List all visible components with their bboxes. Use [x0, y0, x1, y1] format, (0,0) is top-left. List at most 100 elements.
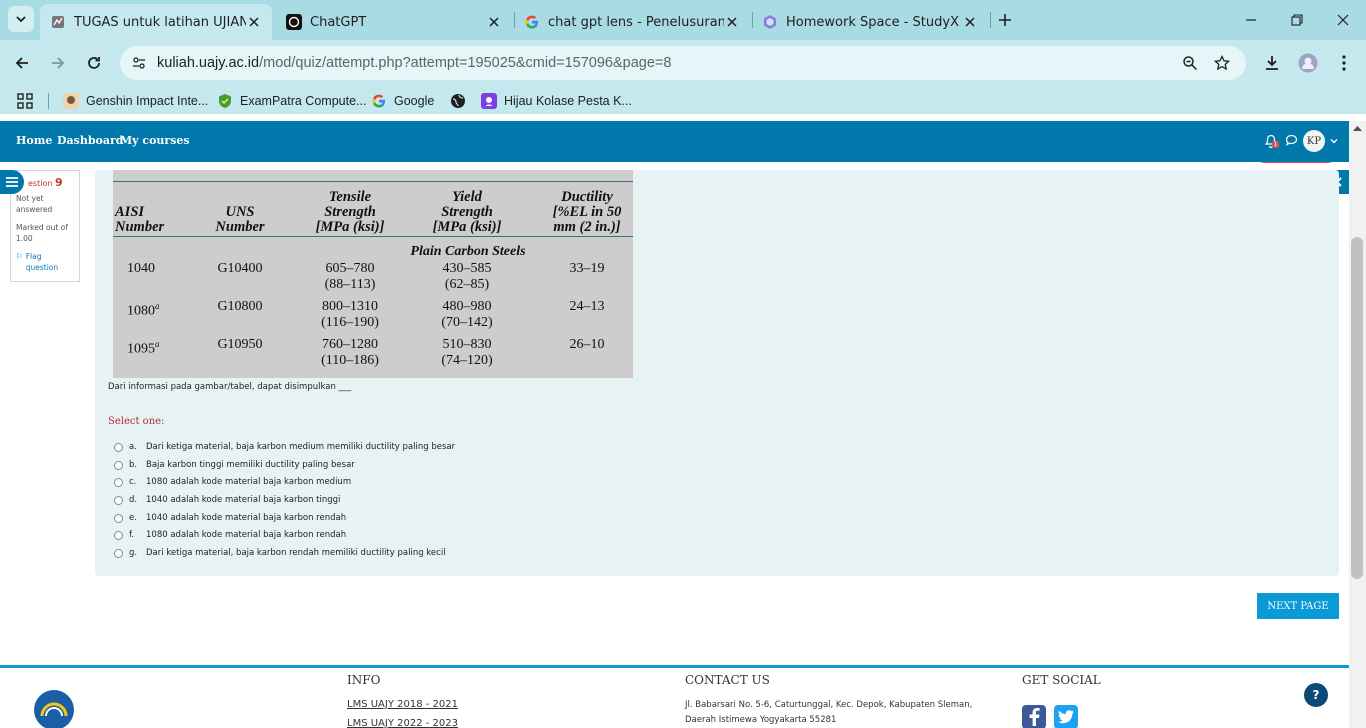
close-window-button[interactable] [1333, 10, 1353, 30]
new-tab-button[interactable] [995, 10, 1015, 30]
profile-button[interactable] [1297, 52, 1319, 74]
nav-dashboard[interactable]: Dashboard [57, 134, 124, 147]
nav-my-courses[interactable]: My courses [120, 134, 190, 147]
close-icon[interactable] [962, 14, 978, 30]
answer-option-d[interactable]: d. 1040 adalah kode material baja karbon … [114, 493, 340, 507]
answer-option-f[interactable]: f. 1080 adalah kode material baja karbon … [114, 528, 346, 542]
radio-button[interactable] [114, 442, 123, 452]
restore-icon [1291, 14, 1303, 26]
chevron-down-icon[interactable] [1330, 137, 1338, 145]
tab-google[interactable]: chat gpt lens - Penelusuran Google [514, 4, 750, 40]
radio-button[interactable] [114, 460, 123, 470]
row1-ductility: 33–19 [569, 261, 605, 276]
facebook-icon[interactable] [1022, 705, 1046, 728]
question-mark: Marked out of 1.00 [16, 223, 68, 243]
answer-option-b[interactable]: b. Baja karbon tinggi memiliki ductility … [114, 458, 355, 472]
forward-button[interactable] [47, 52, 69, 74]
footer-contact-heading: CONTACT US [685, 673, 770, 687]
radio-button[interactable] [114, 548, 123, 558]
close-icon[interactable] [724, 14, 740, 30]
footer-link-lms-2022[interactable]: LMS UAJY 2022 - 2023 [347, 718, 458, 728]
radio-button[interactable] [114, 495, 123, 505]
canva-icon [481, 93, 497, 109]
row2-yield: 480–980 [442, 299, 492, 314]
row3-yield: 510–830 [442, 337, 492, 352]
row2-aisi-footnote: a [155, 301, 160, 311]
open-course-index-button[interactable] [0, 170, 24, 194]
question-table-image: AISI Number UNS Number Tensile Strength [MPa… [113, 170, 633, 378]
apps-button[interactable] [17, 91, 33, 111]
tab-quiz[interactable]: TUGAS untuk latihan UJIAN AKHIR [40, 4, 272, 40]
next-page-button[interactable]: NEXT PAGE [1257, 593, 1339, 619]
nav-home[interactable]: Home [16, 134, 52, 147]
flag-icon: ⚐ [16, 252, 23, 261]
option-letter: a. [129, 442, 137, 452]
row2-uns: G10800 [217, 299, 263, 314]
question-number: estion 9 [28, 177, 74, 189]
row3-ductility: 26–10 [569, 337, 605, 352]
header-yield: Yield Strength [MPa (ksi)] [432, 189, 502, 235]
option-text: Baja karbon tinggi memiliki ductility pa… [146, 460, 355, 470]
reload-button[interactable] [83, 52, 105, 74]
answer-option-e[interactable]: e. 1040 adalah kode material baja karbon … [114, 511, 346, 525]
list-icon [6, 177, 18, 187]
zoom-icon[interactable] [1180, 53, 1200, 73]
bookmark-label: Google [394, 94, 435, 108]
bookmark-canva[interactable]: Hijau Kolase Pesta K... [481, 91, 632, 111]
reload-icon [88, 57, 100, 69]
site-info-icon[interactable] [129, 53, 149, 73]
back-button[interactable] [11, 52, 33, 74]
flag-question-label: Flag question [25, 252, 59, 272]
answer-option-g[interactable]: g. Dari ketiga material, baja karbon rend… [114, 546, 446, 560]
bookmark-globe[interactable] [450, 91, 473, 111]
radio-button[interactable] [114, 513, 123, 523]
close-icon [1337, 14, 1349, 26]
minimize-button[interactable] [1241, 10, 1261, 30]
question-status: Not yet answered [16, 194, 53, 214]
close-icon[interactable] [246, 14, 262, 30]
option-letter: d. [129, 495, 138, 505]
tab-search-button[interactable] [8, 6, 34, 32]
address-bar[interactable]: kuliah.uajy.ac.id/mod/quiz/attempt.php?a… [120, 46, 1246, 80]
notification-count-badge: 1 [1272, 141, 1279, 148]
question-number-prefix: estion [28, 179, 53, 188]
tab-title: chat gpt lens - Penelusuran Google [548, 14, 724, 30]
row3-aisi-value: 1095 [127, 341, 155, 357]
messages-icon[interactable] [1285, 134, 1298, 147]
user-avatar[interactable]: KP [1303, 130, 1325, 152]
scroll-up-arrow-icon[interactable] [1353, 125, 1362, 131]
close-icon[interactable] [486, 14, 502, 30]
answer-option-a[interactable]: a. Dari ketiga material, baja karbon medi… [114, 440, 455, 454]
footer-address: Jl. Babarsari No. 5-6, Caturtunggal, Kec… [685, 700, 973, 725]
bookmark-exampatra[interactable]: ExamPatra Compute... [217, 91, 366, 111]
chevron-down-icon [16, 16, 26, 23]
table-header-rule [113, 236, 633, 237]
tab-separator [990, 12, 991, 28]
twitter-icon[interactable] [1054, 705, 1078, 728]
tab-chatgpt[interactable]: ChatGPT [276, 4, 512, 40]
footer-link-lms-2018[interactable]: LMS UAJY 2018 - 2021 [347, 699, 458, 710]
radio-button[interactable] [114, 477, 123, 487]
download-button[interactable] [1261, 52, 1283, 74]
menu-button[interactable] [1333, 52, 1355, 74]
restore-button[interactable] [1287, 10, 1307, 30]
bookmark-genshin[interactable]: Genshin Impact Inte... [63, 91, 208, 111]
flag-question-link[interactable]: ⚐ Flag question [16, 251, 74, 273]
page-scrollbar[interactable] [1349, 121, 1366, 728]
answer-option-c[interactable]: c. 1080 adalah kode material baja karbon … [114, 475, 351, 489]
scrollbar-thumb[interactable] [1351, 237, 1363, 579]
university-logo [34, 690, 74, 728]
google-icon [371, 93, 387, 109]
finish-attempt-stub[interactable] [1257, 162, 1335, 163]
tab-studyx[interactable]: Homework Space - StudyX [752, 4, 988, 40]
row3-aisi-footnote: a [155, 339, 160, 349]
browser-tab-bar: TUGAS untuk latihan UJIAN AKHIR ChatGPT … [0, 0, 1366, 40]
row3-yield-ksi: (74–120) [441, 353, 493, 368]
radio-button[interactable] [114, 530, 123, 540]
bookmark-google[interactable]: Google [371, 91, 434, 111]
row1-yield-ksi: (62–85) [444, 277, 490, 292]
help-button[interactable]: ? [1304, 683, 1328, 707]
star-icon[interactable] [1212, 53, 1232, 73]
url-host: kuliah.uajy.ac.id [157, 55, 260, 71]
bookmark-label: ExamPatra Compute... [240, 94, 367, 108]
